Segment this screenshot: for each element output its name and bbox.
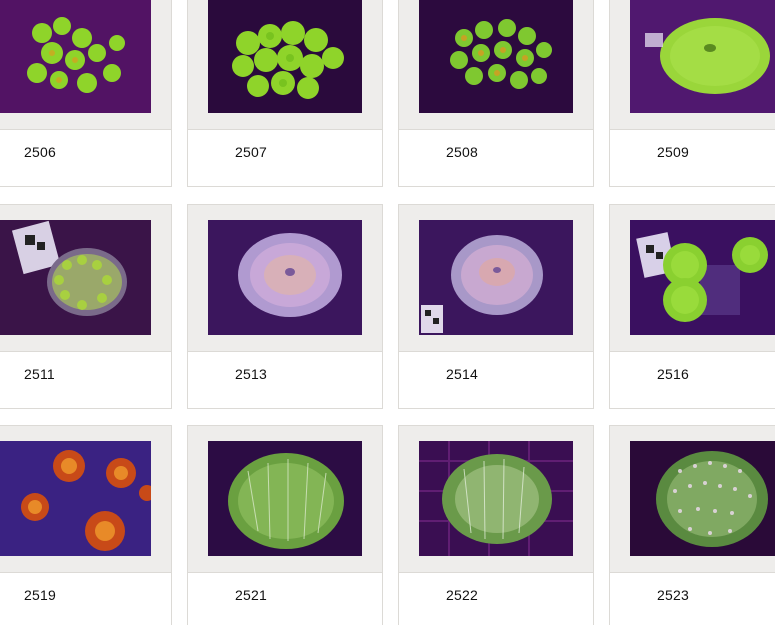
product-image[interactable] bbox=[630, 220, 775, 335]
product-image-frame bbox=[0, 0, 172, 130]
product-card[interactable]: 2522 bbox=[398, 425, 594, 625]
product-card[interactable]: 2508 bbox=[398, 0, 594, 187]
coral-photo-icon bbox=[208, 441, 362, 556]
product-caption-box: 2521 bbox=[187, 573, 383, 625]
product-image-frame bbox=[0, 204, 172, 352]
product-image[interactable] bbox=[0, 0, 151, 113]
product-image-frame bbox=[609, 0, 775, 130]
product-image-frame bbox=[398, 204, 594, 352]
product-number[interactable]: 2508 bbox=[446, 144, 478, 160]
product-caption-box: 2506 bbox=[0, 130, 172, 187]
product-image[interactable] bbox=[0, 441, 151, 556]
product-image[interactable] bbox=[419, 441, 573, 556]
product-number[interactable]: 2516 bbox=[657, 366, 689, 382]
product-card[interactable]: 2507 bbox=[187, 0, 383, 187]
product-card[interactable]: 2521 bbox=[187, 425, 383, 625]
coral-photo-icon bbox=[0, 220, 151, 335]
product-caption-box: 2508 bbox=[398, 130, 594, 187]
coral-photo-icon bbox=[630, 441, 775, 556]
product-card[interactable]: 2516 bbox=[609, 204, 775, 409]
product-card[interactable]: 2509 bbox=[609, 0, 775, 187]
product-caption-box: 2519 bbox=[0, 573, 172, 625]
product-number[interactable]: 2521 bbox=[235, 587, 267, 603]
product-number[interactable]: 2523 bbox=[657, 587, 689, 603]
product-card[interactable]: 2519 bbox=[0, 425, 172, 625]
product-image-frame bbox=[609, 425, 775, 573]
product-image[interactable] bbox=[630, 0, 775, 113]
product-image[interactable] bbox=[630, 441, 775, 556]
coral-photo-icon bbox=[630, 0, 775, 113]
product-image[interactable] bbox=[208, 0, 362, 113]
product-image-frame bbox=[0, 425, 172, 573]
product-image-frame bbox=[187, 425, 383, 573]
coral-photo-icon bbox=[208, 0, 362, 113]
coral-photo-icon bbox=[419, 441, 573, 556]
product-image[interactable] bbox=[0, 220, 151, 335]
product-caption-box: 2522 bbox=[398, 573, 594, 625]
product-grid: 2506 2507 2508 2509 2511 2513 2514 2516 … bbox=[0, 0, 775, 625]
product-card[interactable]: 2511 bbox=[0, 204, 172, 409]
product-number[interactable]: 2513 bbox=[235, 366, 267, 382]
product-image[interactable] bbox=[419, 0, 573, 113]
product-image-frame bbox=[187, 0, 383, 130]
coral-photo-icon bbox=[630, 220, 775, 335]
product-number[interactable]: 2519 bbox=[24, 587, 56, 603]
product-image[interactable] bbox=[208, 441, 362, 556]
product-card[interactable]: 2506 bbox=[0, 0, 172, 187]
product-image-frame bbox=[187, 204, 383, 352]
product-image-frame bbox=[398, 425, 594, 573]
product-number[interactable]: 2511 bbox=[24, 366, 55, 382]
product-caption-box: 2511 bbox=[0, 352, 172, 409]
product-number[interactable]: 2507 bbox=[235, 144, 267, 160]
coral-photo-icon bbox=[419, 220, 573, 335]
product-image[interactable] bbox=[419, 220, 573, 335]
coral-photo-icon bbox=[0, 0, 151, 113]
product-card[interactable]: 2523 bbox=[609, 425, 775, 625]
product-number[interactable]: 2509 bbox=[657, 144, 689, 160]
coral-photo-icon bbox=[208, 220, 362, 335]
product-card[interactable]: 2513 bbox=[187, 204, 383, 409]
product-caption-box: 2513 bbox=[187, 352, 383, 409]
coral-photo-icon bbox=[419, 0, 573, 113]
product-caption-box: 2516 bbox=[609, 352, 775, 409]
product-number[interactable]: 2514 bbox=[446, 366, 478, 382]
coral-photo-icon bbox=[0, 441, 151, 556]
product-caption-box: 2509 bbox=[609, 130, 775, 187]
product-number[interactable]: 2522 bbox=[446, 587, 478, 603]
product-card[interactable]: 2514 bbox=[398, 204, 594, 409]
product-image-frame bbox=[609, 204, 775, 352]
product-caption-box: 2507 bbox=[187, 130, 383, 187]
product-number[interactable]: 2506 bbox=[24, 144, 56, 160]
product-image-frame bbox=[398, 0, 594, 130]
product-caption-box: 2514 bbox=[398, 352, 594, 409]
product-image[interactable] bbox=[208, 220, 362, 335]
product-caption-box: 2523 bbox=[609, 573, 775, 625]
